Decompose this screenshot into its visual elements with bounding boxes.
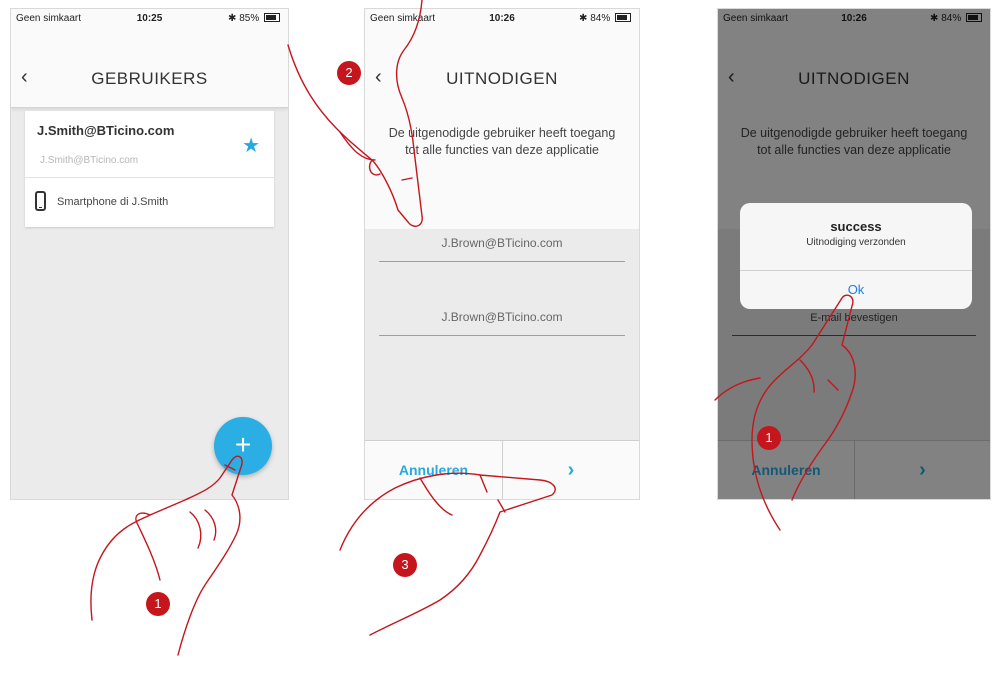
step-marker-1-right: 1 <box>757 426 781 450</box>
pointing-hand-icon <box>339 472 556 636</box>
pointing-hand-icon <box>287 0 423 227</box>
step-marker-2: 2 <box>337 61 361 85</box>
pointing-hand-icon <box>751 294 856 531</box>
step-marker-1: 1 <box>146 592 170 616</box>
hand-illustrations <box>90 0 856 656</box>
step-marker-3: 3 <box>393 553 417 577</box>
pointing-hand-icon <box>90 455 243 656</box>
